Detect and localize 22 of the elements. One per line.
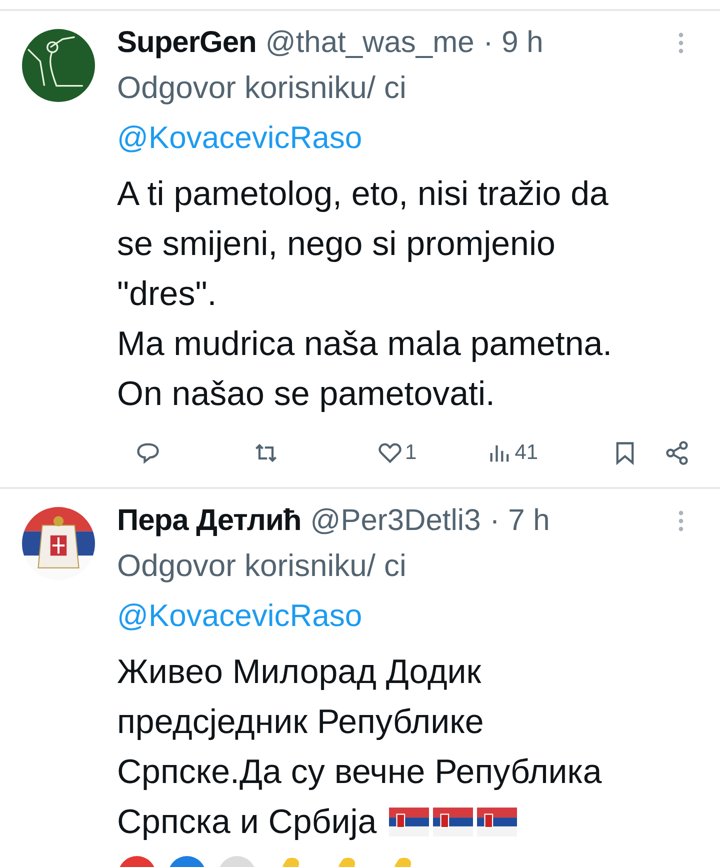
- tweet-text: Живео Милорад Додик: [117, 652, 482, 693]
- post-time: · 7 h: [490, 504, 550, 538]
- tweet-text: A ti pametolog, eto, nisi tražio da se smijeni, nego si promjenio "dres".: [117, 174, 610, 315]
- flag-icon: [432, 807, 473, 837]
- flag-icon: [476, 807, 517, 837]
- reply-context: Odgovor korisniku/ ci @KovacevicRaso: [117, 547, 408, 635]
- tweet-text: Српске.Да су вечне Република: [117, 752, 602, 793]
- user-name[interactable]: SuperGen: [117, 26, 256, 60]
- post-time: · 9 h: [483, 26, 544, 60]
- reply-context: Odgovor korisniku/ ci @KovacevicRaso: [117, 69, 408, 157]
- tweet-text: Ma mudrica naša mala pametna.: [117, 324, 612, 365]
- tweet-text: On našao se pametovati.: [117, 374, 496, 415]
- flag-icon: [388, 807, 429, 837]
- user-name[interactable]: Пера Детлић: [117, 504, 302, 538]
- user-handle[interactable]: @that_was_me: [265, 26, 474, 60]
- user-handle[interactable]: @Per3Detli3: [310, 504, 481, 538]
- share-icon[interactable]: [664, 440, 690, 466]
- views-count: 41: [514, 441, 538, 465]
- tweet-text: предсједник Републике: [117, 702, 484, 743]
- avatar[interactable]: [22, 29, 95, 102]
- like-count: 1: [405, 441, 417, 465]
- tweet-text: Српска и Србија: [117, 802, 377, 843]
